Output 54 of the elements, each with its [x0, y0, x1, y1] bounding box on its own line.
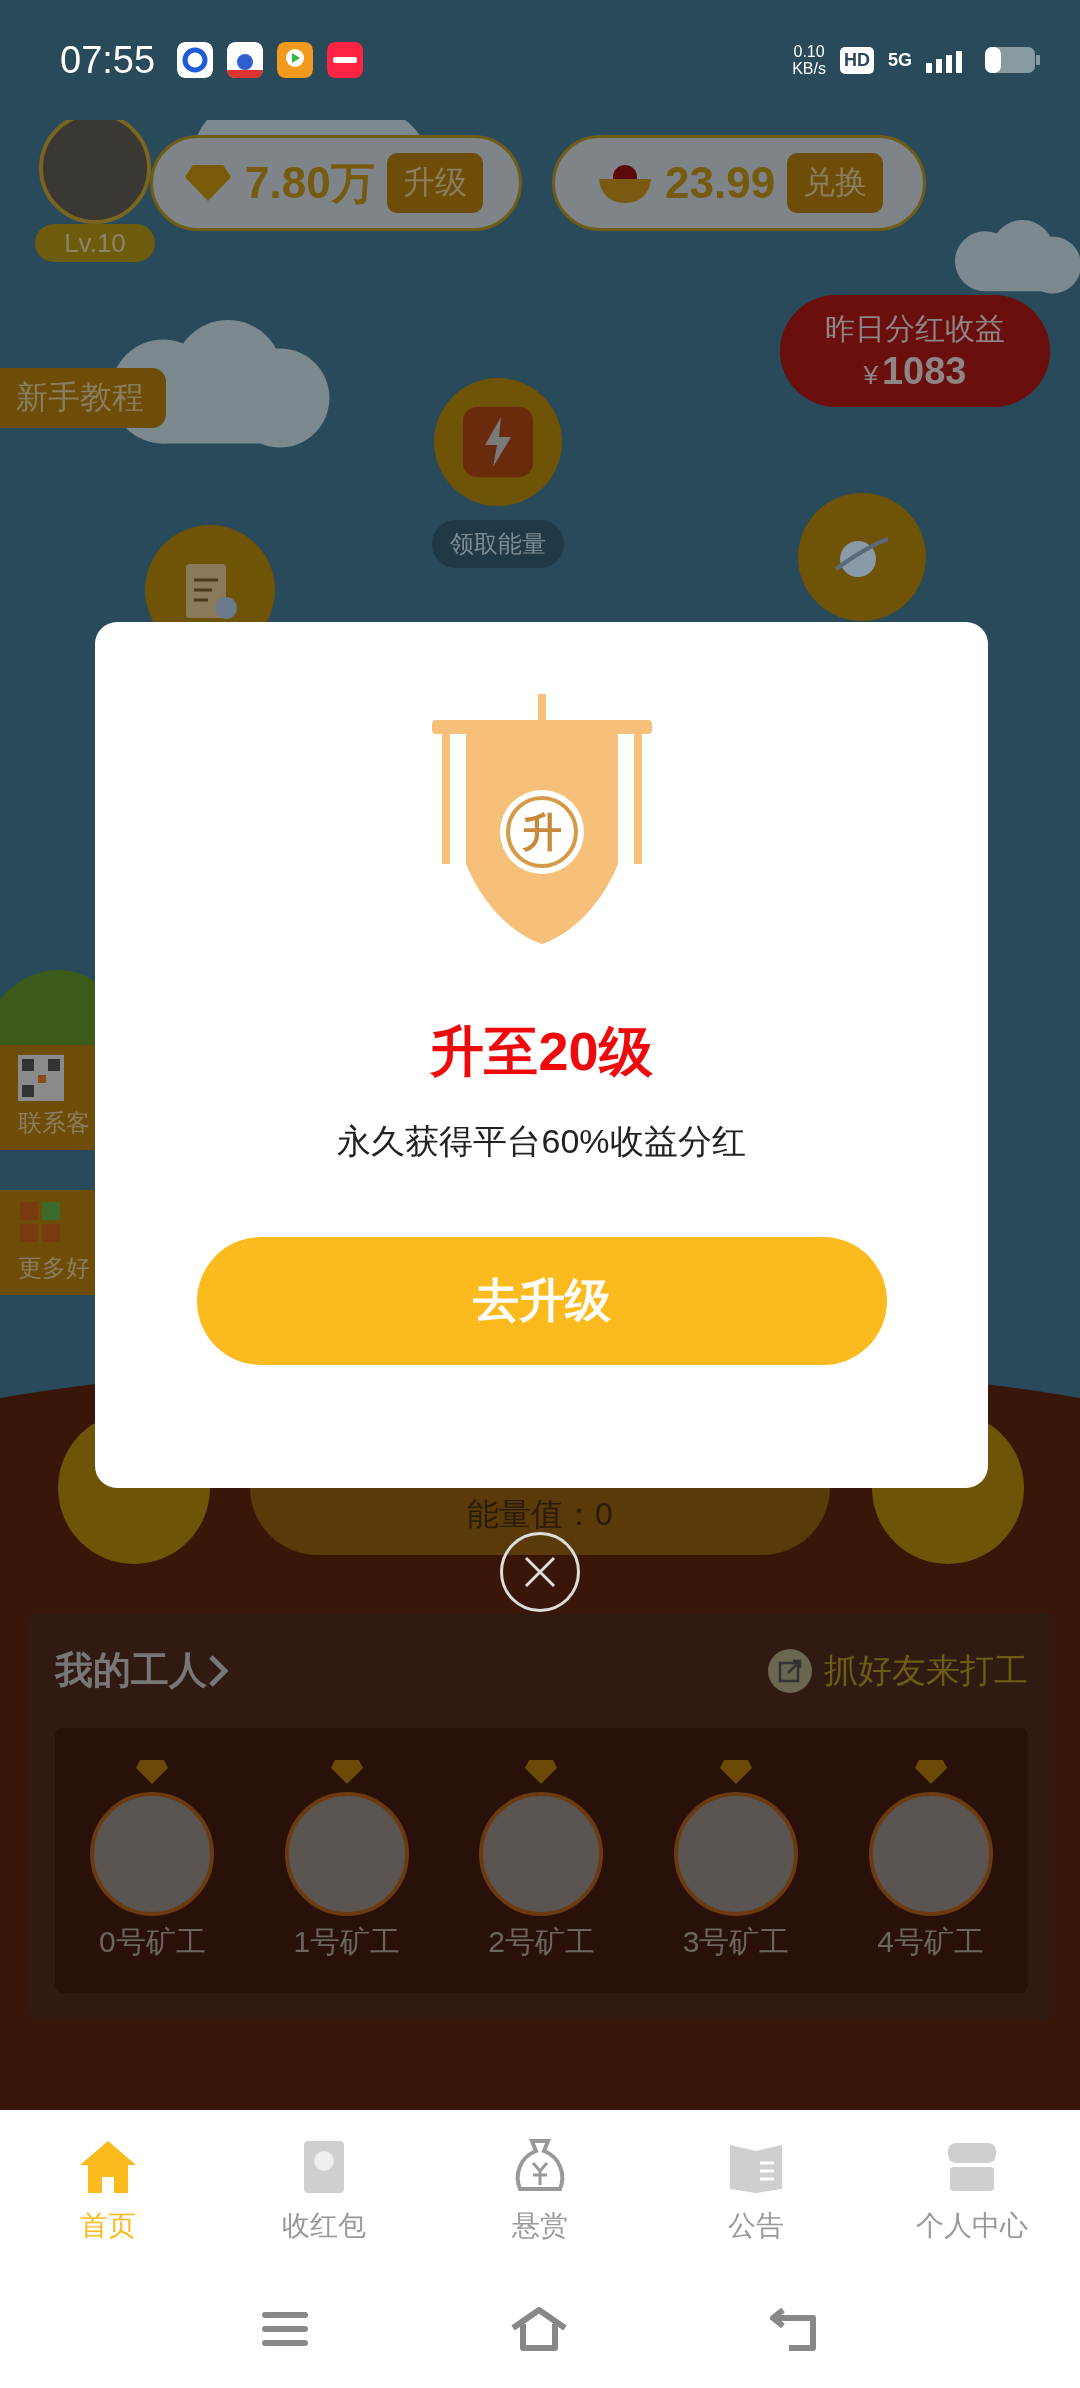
- go-upgrade-button[interactable]: 去升级: [196, 1237, 887, 1365]
- invite-friends-link[interactable]: 抓好友来打工: [768, 1647, 1028, 1694]
- worker-name: 4号矿工: [877, 1924, 984, 1960]
- energy-label: 领取能量: [432, 520, 564, 568]
- tutorial-button[interactable]: 新手教程: [0, 368, 166, 428]
- home-icon[interactable]: [509, 2306, 569, 2352]
- worker-name: 1号矿工: [293, 1924, 401, 1960]
- hd-badge: HD: [840, 46, 874, 74]
- share-icon: [768, 1648, 812, 1693]
- diamond-icon: [134, 1758, 171, 1786]
- net-speed: 0.10: [793, 43, 825, 60]
- diamond-icon: [328, 1758, 365, 1786]
- nav-tab[interactable]: 公告: [648, 2110, 864, 2270]
- side-tab-label: 更多好: [18, 1253, 90, 1283]
- network-type: 5G: [888, 49, 912, 71]
- diamond-icon: [912, 1758, 949, 1786]
- nav-tab[interactable]: 收红包: [216, 2110, 432, 2270]
- dialog-title: 升至20级: [430, 1020, 653, 1083]
- coin-value: 23.99: [665, 158, 776, 208]
- currency-symbol: ¥: [863, 360, 878, 390]
- banner-drawing: 升: [431, 694, 652, 944]
- diamond-icon: [718, 1758, 755, 1786]
- close-button[interactable]: [500, 1532, 580, 1612]
- workers-title[interactable]: 我的工人: [55, 1645, 207, 1696]
- chevron-right-icon[interactable]: [207, 1652, 229, 1689]
- dividend-badge[interactable]: 昨日分红收益 ¥1083: [780, 295, 1050, 407]
- side-tab-label: 联系客: [18, 1108, 90, 1138]
- avatar[interactable]: [39, 120, 151, 224]
- worker-name: 2号矿工: [488, 1924, 595, 1960]
- notes-app-icon: [327, 42, 364, 78]
- upgrade-button[interactable]: 升级: [386, 153, 483, 213]
- paw-app-icon: [227, 42, 264, 78]
- dialog-message: 永久获得平台60%收益分红: [337, 1121, 746, 1162]
- app-notification-icon: [177, 42, 214, 78]
- level-badge: Lv.10: [35, 224, 155, 262]
- nav-tab[interactable]: 个人中心: [864, 2110, 1080, 2270]
- menu-icon[interactable]: [261, 2309, 309, 2349]
- qr-code-icon: [18, 1055, 64, 1101]
- dividend-amount: 1083: [881, 350, 967, 392]
- exchange-button[interactable]: 兑换: [787, 153, 884, 213]
- worker-name: 0号矿工: [98, 1924, 206, 1960]
- lightning-icon: [463, 407, 533, 477]
- net-unit: KB/s: [792, 60, 826, 77]
- nav-tab[interactable]: 悬赏: [432, 2110, 648, 2270]
- back-icon[interactable]: [769, 2306, 819, 2352]
- worker-name: 3号矿工: [682, 1924, 790, 1960]
- play-app-icon: [277, 42, 314, 78]
- diamond-value: 7.80万: [245, 156, 375, 209]
- diamond-icon: [523, 1758, 560, 1786]
- battery-icon: [984, 46, 1040, 74]
- diamond-icon: [183, 163, 233, 203]
- status-time: 07:55: [60, 38, 156, 82]
- dividend-label: 昨日分红收益: [825, 311, 1005, 347]
- nav-tab[interactable]: 首页: [0, 2110, 216, 2270]
